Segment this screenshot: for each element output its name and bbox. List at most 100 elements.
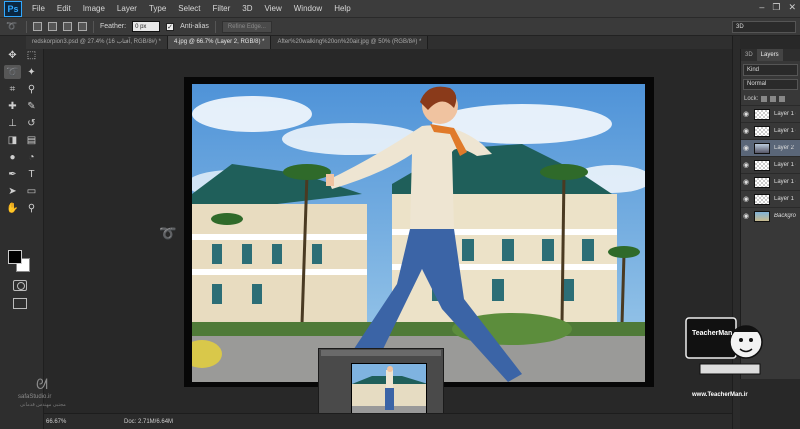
layer-thumbnail [754,176,770,188]
new-selection-icon[interactable] [33,22,42,31]
safastudio-subtitle: مجتبی مهندس قدمانی [20,402,66,408]
layer-filter-select[interactable]: Kind [743,64,798,76]
visibility-eye-icon[interactable]: ◉ [743,212,751,220]
doc-tab-redskorpion[interactable]: redskorpion3.psd @ 27.4% (آفتاب 16, RGB/… [26,36,169,49]
antialias-checkbox[interactable]: ✓ [166,22,175,31]
hand-icon[interactable]: ✋ [4,201,21,215]
zoom-readout[interactable]: 66.67% [44,419,84,425]
menu-select[interactable]: Select [172,4,206,13]
window-controls: – ❐ ✕ [759,2,796,13]
layer-row[interactable]: ◉ Layer 1 [741,190,800,207]
stamp-icon[interactable]: ⊥ [4,116,21,130]
canvas-area[interactable]: ➰ [44,49,732,428]
layer-thumbnail [754,142,770,154]
menu-view[interactable]: View [259,4,288,13]
lasso-icon[interactable]: ➰ [4,65,21,79]
layer-list: ◉ Layer 1 c ◉ Layer 1 c ◉ Layer 2 ◉ Laye… [741,105,800,224]
layer-row[interactable]: ◉ Layer 1 c [741,173,800,190]
workspace-select[interactable]: 3D [732,21,796,33]
menu-bar: Ps File Edit Image Layer Type Select Filter 3D V… [0,0,800,18]
lock-pixels-icon[interactable] [761,96,768,102]
visibility-eye-icon[interactable]: ◉ [743,144,751,152]
safastudio-url: safaStudio.ir [18,394,52,400]
layer-row-selected[interactable]: ◉ Layer 2 [741,139,800,156]
intersect-selection-icon[interactable] [78,22,87,31]
visibility-eye-icon[interactable]: ◉ [743,161,751,169]
layer-name: Layer 1 c [774,162,796,168]
tab-3d[interactable]: 3D [741,49,757,61]
type-icon[interactable]: T [23,167,40,181]
tab-layers[interactable]: Layers [756,49,783,61]
menu-edit[interactable]: Edit [51,4,77,13]
dodge-icon[interactable]: ◔ [23,150,40,164]
maximize-button[interactable]: ❐ [772,2,780,13]
pen-icon[interactable]: ✒ [4,167,21,181]
layer-name: Background [774,213,796,219]
marquee-icon[interactable]: ⬚ [23,48,40,62]
eraser-icon[interactable]: ◨ [4,133,21,147]
gradient-icon[interactable]: ▤ [23,133,40,147]
close-button[interactable]: ✕ [788,2,796,13]
history-brush-icon[interactable]: ↺ [23,116,40,130]
layer-name: Layer 1 c [774,179,796,185]
lock-label: Lock: [744,96,759,102]
zoom-icon[interactable]: ⚲ [23,201,40,215]
healing-icon[interactable]: ✚ [4,99,21,113]
blur-icon[interactable]: ● [4,150,21,164]
screen-mode-icon[interactable] [13,298,27,309]
lasso-preset-icon[interactable]: ➰ [4,21,20,33]
layer-row[interactable]: ◉ Background [741,207,800,224]
visibility-eye-icon[interactable]: ◉ [743,110,751,118]
menu-items: File Edit Image Layer Type Select Filter 3D View… [26,4,357,13]
magic-wand-icon[interactable]: ✦ [23,65,40,79]
antialias-label: Anti-alias [180,23,209,30]
move-icon[interactable]: ✥ [4,48,21,62]
feather-input[interactable]: 0 px [132,21,161,32]
layer-row[interactable]: ◉ Layer 1 c [741,122,800,139]
options-bar: ➰ Feather: 0 px ✓ Anti-alias Refine Edge… [0,18,800,36]
teacherman-logo-text: TeacherMan [692,330,733,337]
menu-layer[interactable]: Layer [111,4,143,13]
doc-tab-walking[interactable]: After%20walking%20on%20air.jpg @ 50% (RG… [271,36,429,49]
quick-mask-icon[interactable] [13,280,27,291]
tool-grid: ✥ ⬚ ➰ ✦ ⌗ ⚲ ✚ ✎ ⊥ ↺ ◨ ▤ ● ◔ ✒ T ➤ ▭ ✋ ⚲ [4,48,40,215]
eyedropper-icon[interactable]: ⚲ [23,82,40,96]
menu-filter[interactable]: Filter [207,4,237,13]
foreground-color-swatch[interactable] [8,250,22,264]
menu-3d[interactable]: 3D [236,4,258,13]
visibility-eye-icon[interactable]: ◉ [743,195,751,203]
menu-image[interactable]: Image [77,4,111,13]
layer-thumbnail [754,193,770,205]
photoshop-window: Ps File Edit Image Layer Type Select Filter 3D V… [0,0,800,429]
crop-icon[interactable]: ⌗ [4,82,21,96]
visibility-eye-icon[interactable]: ◉ [743,127,751,135]
doc-size-readout[interactable]: Doc: 2.71M/6.64M [124,419,173,425]
add-selection-icon[interactable] [48,22,57,31]
brush-icon[interactable]: ✎ [23,99,40,113]
visibility-eye-icon[interactable]: ◉ [743,178,751,186]
menu-window[interactable]: Window [288,4,328,13]
refine-edge-button[interactable]: Refine Edge... [221,20,272,33]
blend-mode-select[interactable]: Normal [743,79,798,90]
shape-icon[interactable]: ▭ [23,184,40,198]
layer-thumbnail [754,159,770,171]
menu-file[interactable]: File [26,4,51,13]
layer-row[interactable]: ◉ Layer 1 c [741,156,800,173]
menu-type[interactable]: Type [143,4,172,13]
status-bar: 66.67% Doc: 2.71M/6.64M [44,413,732,429]
layer-row[interactable]: ◉ Layer 1 c [741,105,800,122]
menu-help[interactable]: Help [328,4,356,13]
minimize-button[interactable]: – [759,2,764,13]
document-image[interactable] [192,84,645,382]
layer-name: Layer 2 [774,145,795,151]
lasso-cursor-icon: ➰ [159,225,177,241]
doc-tab-active[interactable]: 4.jpg @ 66.7% (Layer 2, RGB/8) * [168,36,272,49]
ps-logo: Ps [4,0,22,17]
tools-panel: ✥ ⬚ ➰ ✦ ⌗ ⚲ ✚ ✎ ⊥ ↺ ◨ ▤ ● ◔ ✒ T ➤ ▭ ✋ ⚲ [0,36,44,429]
layer-thumbnail [754,108,770,120]
subtract-selection-icon[interactable] [63,22,72,31]
navigator-titlebar [321,350,441,356]
lock-all-icon[interactable] [779,96,786,102]
path-select-icon[interactable]: ➤ [4,184,21,198]
lock-position-icon[interactable] [770,96,777,102]
